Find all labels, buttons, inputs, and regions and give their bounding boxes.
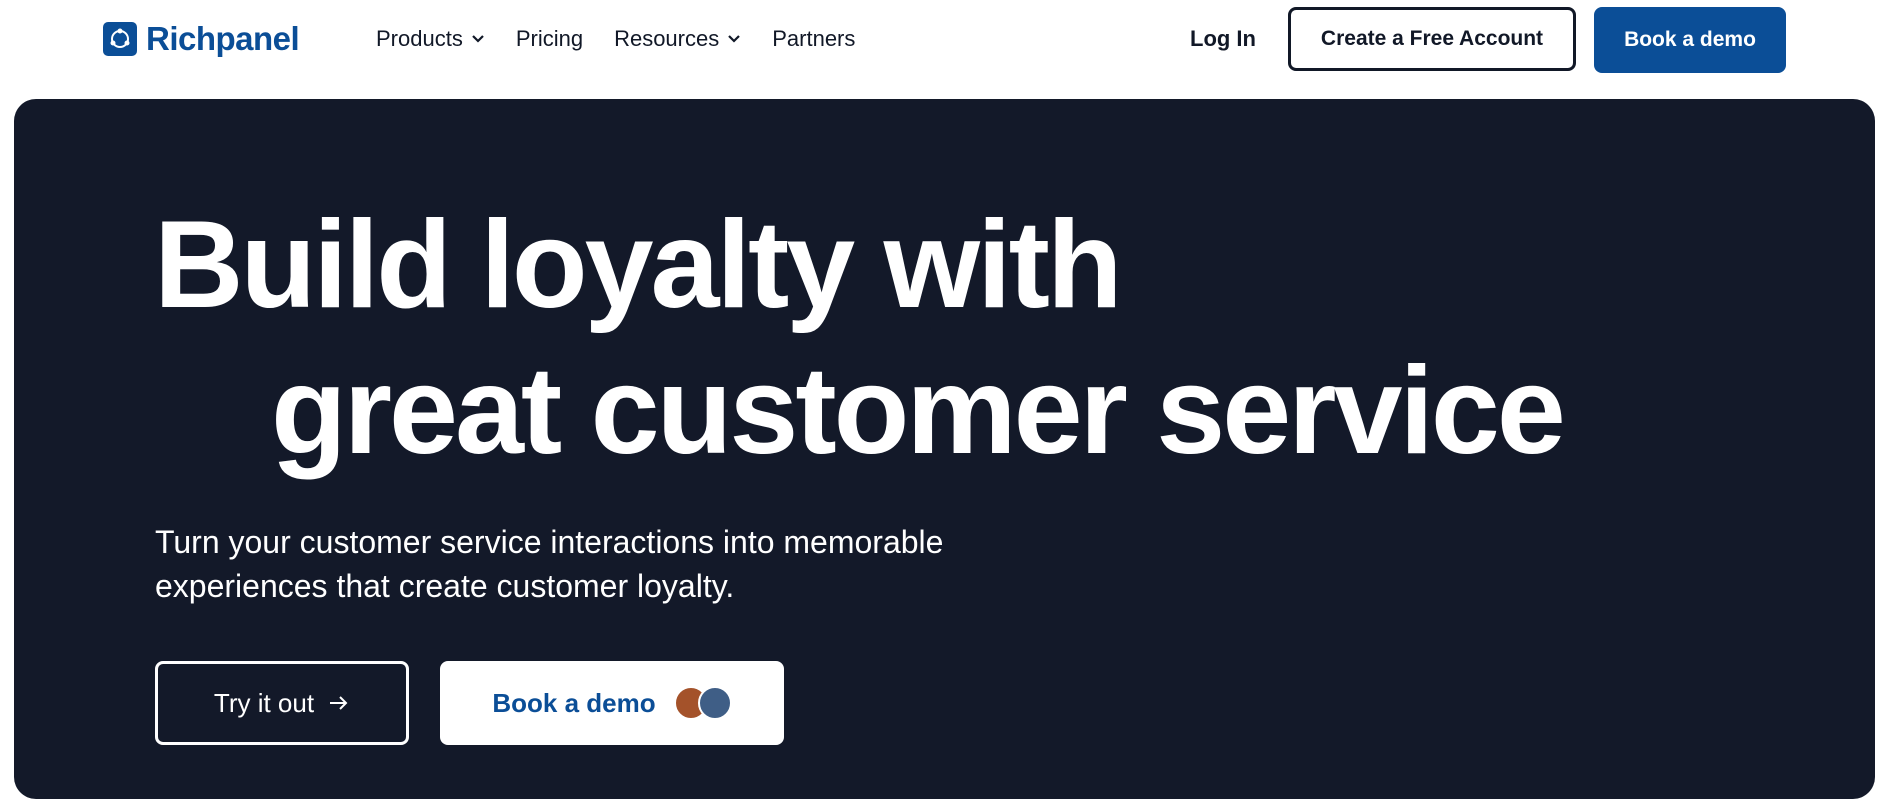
arrow-right-icon [330,696,348,710]
nav-item-pricing[interactable]: Pricing [516,22,583,56]
login-link[interactable]: Log In [1190,26,1256,52]
nav-item-label: Partners [772,26,856,51]
nav-item-label: Pricing [515,26,584,51]
brand-logo[interactable]: Richpanel [103,20,300,57]
hero-subtitle: Turn your customer service interactions … [155,520,1055,608]
chevron-down-icon [472,35,484,43]
nav-item-products[interactable]: Products [376,22,485,56]
hero-section: Build loyalty with great customer servic… [14,99,1875,799]
hero-headline-line1: Build loyalty with [154,196,1123,334]
logo-icon [103,22,137,56]
team-avatars [673,686,732,720]
hero-subtitle-line1: Turn your customer service interactions … [155,524,944,560]
nav-item-label: Products [376,26,463,51]
try-it-out-button[interactable]: Try it out [155,661,409,745]
create-account-button[interactable]: Create a Free Account [1288,7,1576,71]
main-menu: Products Pricing Resources Partners [376,22,886,56]
nav-book-demo-button[interactable]: Book a demo [1594,7,1786,73]
avatar [697,686,732,720]
hero-book-demo-button[interactable]: Book a demo [440,661,784,745]
chevron-down-icon [728,35,741,43]
hero-subtitle-line2: experiences that create customer loyalty… [155,568,735,604]
try-it-out-label: Try it out [213,687,315,718]
nav-item-label: Resources [614,26,720,51]
nav-item-resources[interactable]: Resources [614,22,741,56]
hero-headline-line2: great customer service [271,342,1566,480]
hero-book-demo-label: Book a demo [492,687,656,718]
nav-item-partners[interactable]: Partners [772,22,855,56]
brand-name: Richpanel [146,20,300,57]
top-navigation: Richpanel Products Pricing Resources Par… [0,0,1889,100]
